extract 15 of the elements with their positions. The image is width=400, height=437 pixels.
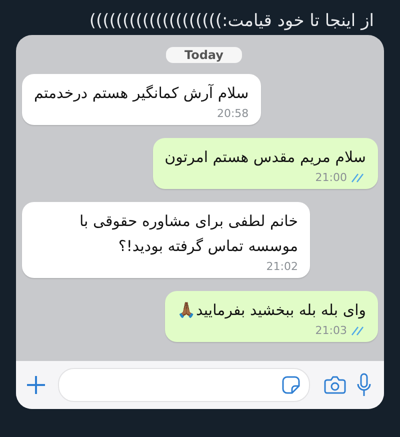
message-text: سلام مریم مقدس هستم امرتون	[164, 147, 366, 168]
message-text: سلام آرش کمانگیر هستم درخدمتم	[34, 83, 249, 104]
microphone-icon[interactable]	[356, 373, 372, 397]
message-time: 21:02	[266, 260, 298, 273]
message-text: خانم لطفی برای مشاوره حقوقی با موسسه تماس گرفته بودید!؟	[78, 211, 298, 257]
post-caption: از اینجا تا خود قیامت:))))))))))))))))))))	[88, 10, 375, 33]
message-text: وای بله بله ببخشید بفرمایید🙏🏾	[177, 300, 366, 321]
message-time: 21:03	[315, 324, 347, 337]
add-icon[interactable]	[26, 375, 46, 395]
message-time: 20:58	[216, 107, 249, 120]
sticker-icon[interactable]	[282, 376, 300, 394]
camera-icon[interactable]	[324, 376, 346, 394]
date-label: Today	[166, 47, 242, 63]
message-time: 21:00	[315, 171, 347, 184]
message-input[interactable]	[58, 368, 310, 402]
